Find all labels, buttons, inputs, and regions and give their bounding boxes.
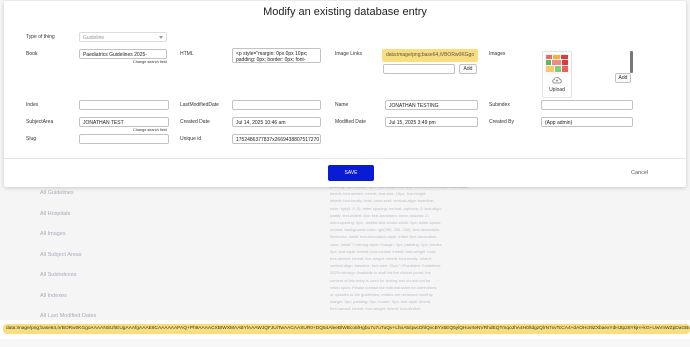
html-preview-line: or updates to the guidelines; entries ar… [330, 291, 690, 298]
list-item: All Subject Areas [36, 245, 296, 266]
slug-label: Slug [26, 136, 36, 142]
html-preview-line: justify; text-indent: 0px; text-transfor… [330, 212, 690, 219]
last-modified-date-label: LastModifiedDate [180, 102, 219, 108]
images-label: Images [489, 51, 505, 57]
modified-date-field[interactable]: Jul 15, 2025 3:49 pm [385, 117, 478, 127]
slug-field[interactable] [79, 134, 169, 144]
image-data-uri: data:image/png;base64,iVBORw0KGgoAAAANSU… [3, 324, 690, 334]
subject-area-label: SubjectArea [26, 119, 53, 125]
background-html-preview: padding: 0px; border: 0px; font-variant-… [330, 183, 690, 318]
html-preview-line: color: initial;"><strong style="margin: … [330, 241, 690, 248]
book-field[interactable]: Paediatrics Guidelines 2025- [79, 49, 167, 59]
chevron-down-icon [159, 36, 163, 39]
image-link-input[interactable] [383, 64, 455, 74]
list-item: All Subindexes [36, 265, 296, 286]
html-preview-line: margin: 0px; padding: 0px; border: 0px; … [330, 298, 690, 305]
subindex-field[interactable] [541, 100, 633, 110]
created-date-label: Created Date [180, 119, 210, 125]
guideline-image-thumbnail [545, 54, 569, 74]
created-by-field[interactable]: (App admin) [541, 117, 633, 127]
subindex-label: Subindex [489, 102, 510, 108]
html-preview-line: content of this entry is used for testin… [330, 277, 690, 284]
add-image-link-button[interactable]: Add [459, 64, 477, 74]
created-date-field[interactable]: Jul 14, 2025 10:46 am [232, 117, 321, 127]
images-scrollbar[interactable] [630, 51, 633, 73]
cancel-button[interactable]: Cancel [631, 170, 648, 176]
book-label: Book [26, 51, 37, 57]
last-modified-date-field[interactable] [232, 100, 321, 110]
unique-id-label: Unique id [180, 136, 201, 142]
html-preview-line: thickness: initial; text-decoration-styl… [330, 233, 690, 240]
html-preview-line: inherit; font-family: Arial, sans-serif;… [330, 197, 690, 204]
modal-divider [4, 158, 686, 159]
html-preview-line: 2025</strong> Available to staff via the… [330, 269, 690, 276]
created-by-label: Created By [489, 119, 514, 125]
html-preview-line: relied upon. Please contact the editoria… [330, 284, 690, 291]
html-label: HTML [180, 51, 194, 57]
type-of-thing-value: Guideline [83, 35, 104, 41]
list-item: All Indexes [36, 286, 296, 307]
type-of-thing-label: Type of thing [26, 34, 55, 40]
image-links-value[interactable]: data:image/png;base64,iVBORw0KGgo [382, 49, 478, 62]
upload-label: Upload [543, 87, 571, 93]
html-preview-line: inherit; font-stretch: inherit; font-siz… [330, 190, 690, 197]
html-textarea[interactable]: <p style="margin: 0px 0px 10px; padding:… [232, 48, 321, 63]
index-label: Index [26, 102, 38, 108]
cloud-upload-icon [552, 76, 562, 84]
name-field[interactable]: JONATHAN TESTING [385, 100, 478, 110]
html-preview-line: font-stretch: inherit; line-height: inhe… [330, 255, 690, 262]
add-image-button[interactable]: Add [615, 73, 631, 83]
book-change-search-link[interactable]: Change search field [133, 60, 167, 64]
modified-date-label: Modified Date [335, 119, 366, 125]
subject-area-change-search-link[interactable]: Change search field [133, 128, 167, 132]
list-item: All Hospitals [36, 204, 296, 225]
html-preview-line: normal; background-color: rgb(255, 255, … [330, 226, 690, 233]
modal-title: Modify an existing database entry [4, 6, 686, 18]
unique-id-field[interactable]: 1752486377837x2669438807517270 [232, 134, 321, 144]
save-button[interactable]: SAVE [328, 165, 374, 181]
image-upload-card[interactable]: Upload [542, 51, 572, 98]
edit-entry-modal: Modify an existing database entry Type o… [4, 1, 686, 187]
list-item: All Images [36, 224, 296, 245]
html-preview-line: vertical-align: baseline; font-size: 15p… [330, 262, 690, 269]
html-preview-line: 0px; font-style: inherit; font-variant: … [330, 248, 690, 255]
name-label: Name [335, 102, 348, 108]
html-preview-line: color: rgb(0, 0, 0); letter-spacing: nor… [330, 205, 690, 212]
type-of-thing-dropdown[interactable]: Guideline [79, 32, 167, 42]
image-links-label: Image Links [335, 51, 362, 57]
html-preview-line: word-spacing: 0px; -webkit-text-stroke-w… [330, 219, 690, 226]
html-preview-line: font-variant: inherit; font-weight: inhe… [330, 305, 690, 312]
index-field[interactable] [79, 100, 169, 110]
subject-area-field[interactable]: JONATHAN TEST [79, 117, 169, 127]
